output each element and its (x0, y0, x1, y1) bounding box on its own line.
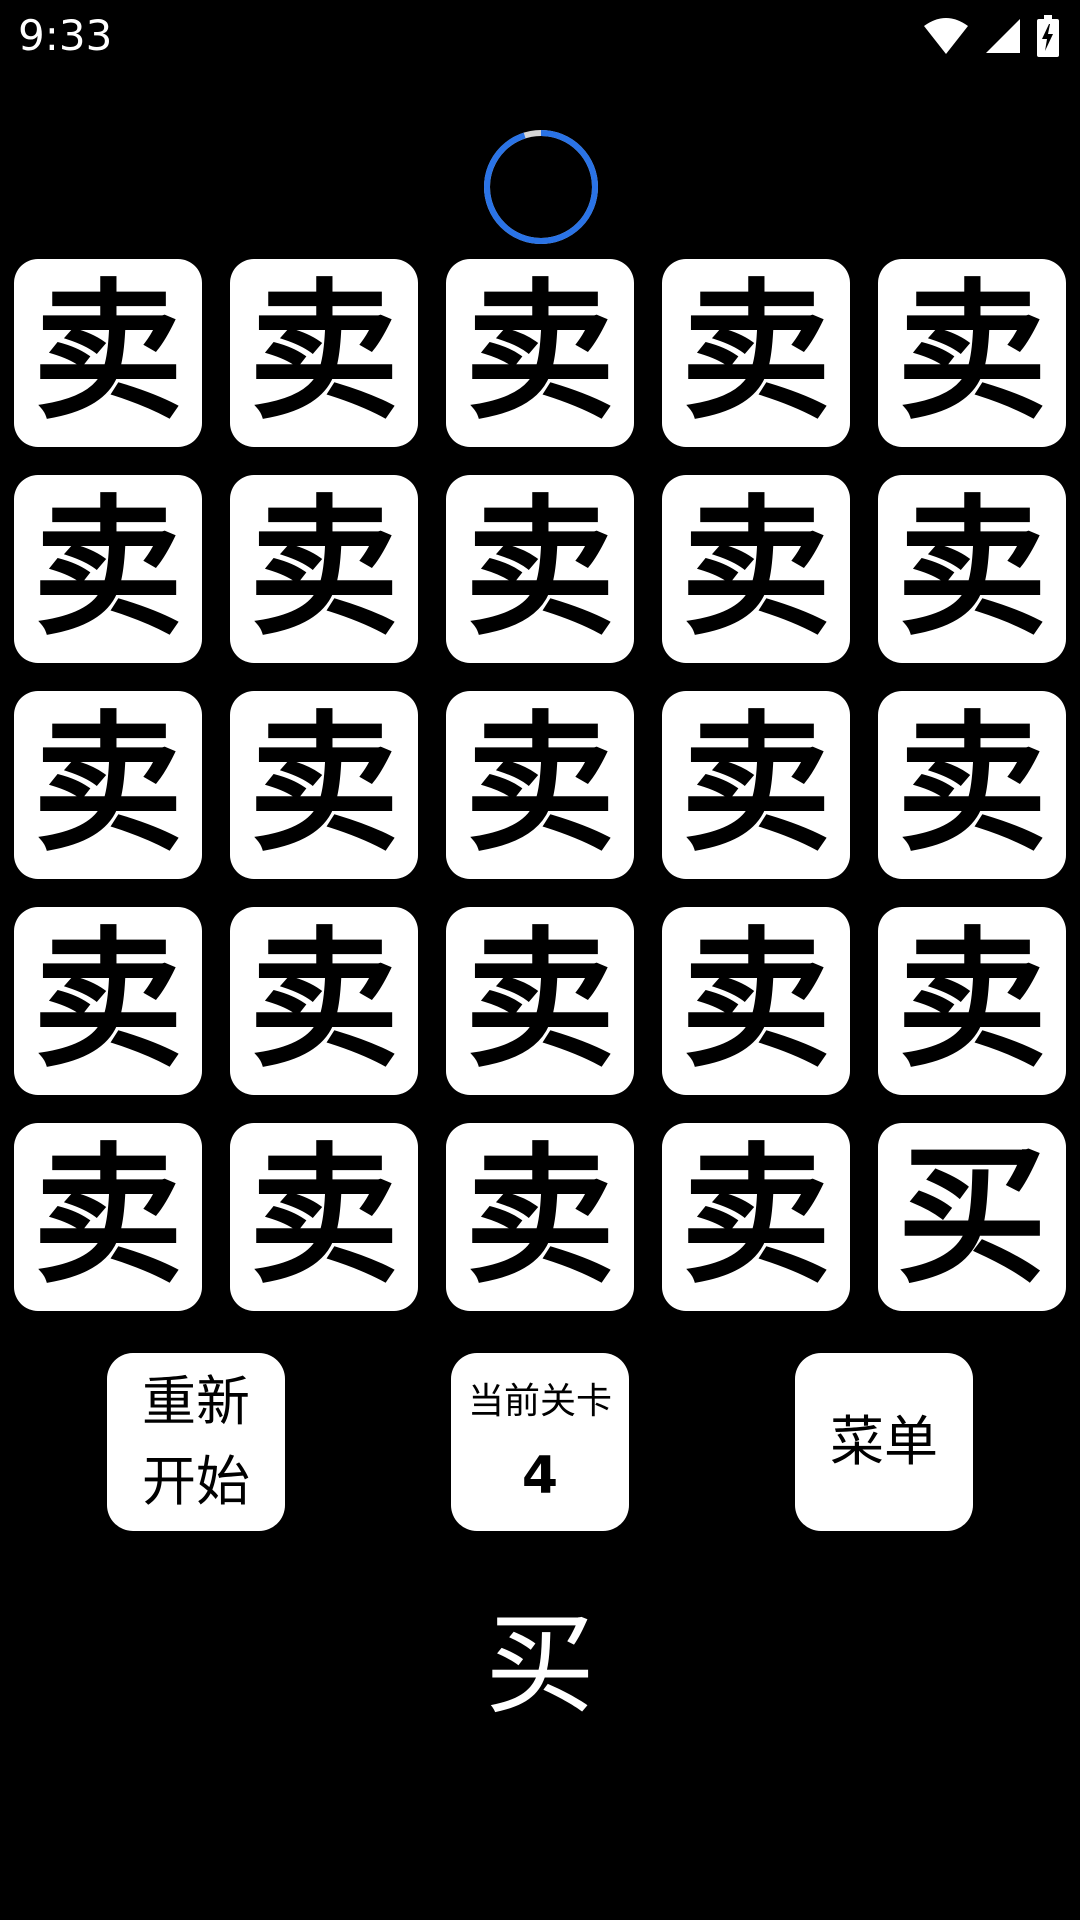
wifi-icon (922, 16, 970, 56)
tile-character: 卖 (464, 698, 615, 872)
current-level-number: 4 (521, 1446, 559, 1506)
character-tile[interactable]: 卖 (662, 907, 850, 1095)
character-tile[interactable]: 卖 (446, 907, 634, 1095)
character-tile[interactable]: 卖 (878, 259, 1066, 447)
tile-character: 买 (896, 1130, 1047, 1304)
restart-label-line1: 重新 (142, 1370, 250, 1433)
target-character: 买 (485, 1601, 595, 1729)
character-tile[interactable]: 卖 (662, 691, 850, 879)
menu-label: 菜单 (830, 1410, 938, 1473)
character-tile[interactable]: 卖 (446, 475, 634, 663)
character-tile[interactable]: 卖 (230, 691, 418, 879)
tile-character: 卖 (896, 482, 1047, 656)
tile-character: 卖 (464, 914, 615, 1088)
tile-character: 卖 (464, 1130, 615, 1304)
character-tile[interactable]: 卖 (230, 259, 418, 447)
character-tile[interactable]: 买 (878, 1123, 1066, 1311)
tile-character: 卖 (32, 266, 183, 440)
character-tile[interactable]: 卖 (662, 1123, 850, 1311)
menu-button[interactable]: 菜单 (795, 1353, 973, 1531)
cellular-signal-icon (984, 17, 1022, 55)
tile-character: 卖 (248, 914, 399, 1088)
restart-label-line2: 开始 (142, 1450, 250, 1513)
status-time: 9:33 (18, 11, 113, 60)
tile-character: 卖 (32, 914, 183, 1088)
tile-character: 卖 (248, 698, 399, 872)
character-tile[interactable]: 卖 (878, 907, 1066, 1095)
tile-character: 卖 (680, 266, 831, 440)
character-tile[interactable]: 卖 (446, 259, 634, 447)
character-tile[interactable]: 卖 (662, 259, 850, 447)
tile-character: 卖 (464, 482, 615, 656)
character-tile[interactable]: 卖 (878, 475, 1066, 663)
character-tile[interactable]: 卖 (446, 1123, 634, 1311)
tile-character: 卖 (248, 266, 399, 440)
character-tile[interactable]: 卖 (14, 1123, 202, 1311)
character-tile[interactable]: 卖 (230, 1123, 418, 1311)
tile-character: 卖 (680, 482, 831, 656)
tile-character: 卖 (32, 1130, 183, 1304)
current-level-button[interactable]: 当前关卡 4 (451, 1353, 629, 1531)
tile-character: 卖 (680, 698, 831, 872)
tile-character: 卖 (680, 914, 831, 1088)
character-tile[interactable]: 卖 (14, 691, 202, 879)
restart-button[interactable]: 重新 开始 (107, 1353, 285, 1531)
tile-character: 卖 (896, 266, 1047, 440)
status-bar: 9:33 (0, 0, 1080, 72)
tile-character: 卖 (32, 482, 183, 656)
tile-character: 卖 (464, 266, 615, 440)
character-tile[interactable]: 卖 (14, 259, 202, 447)
character-grid: 卖卖卖卖卖卖卖卖卖卖卖卖卖卖卖卖卖卖卖卖卖卖卖卖买 (14, 259, 1066, 1311)
tile-character: 卖 (32, 698, 183, 872)
tile-character: 卖 (248, 1130, 399, 1304)
character-tile[interactable]: 卖 (230, 907, 418, 1095)
character-tile[interactable]: 卖 (230, 475, 418, 663)
timer-progress-ring (482, 128, 600, 246)
character-tile[interactable]: 卖 (14, 907, 202, 1095)
character-tile[interactable]: 卖 (446, 691, 634, 879)
character-tile[interactable]: 卖 (662, 475, 850, 663)
current-level-label: 当前关卡 (467, 1381, 612, 1422)
tile-character: 卖 (680, 1130, 831, 1304)
character-tile[interactable]: 卖 (14, 475, 202, 663)
tile-character: 卖 (896, 698, 1047, 872)
battery-charging-icon (1036, 15, 1060, 57)
tile-character: 卖 (248, 482, 399, 656)
tile-character: 卖 (896, 914, 1047, 1088)
character-tile[interactable]: 卖 (878, 691, 1066, 879)
status-icons (922, 14, 1060, 58)
